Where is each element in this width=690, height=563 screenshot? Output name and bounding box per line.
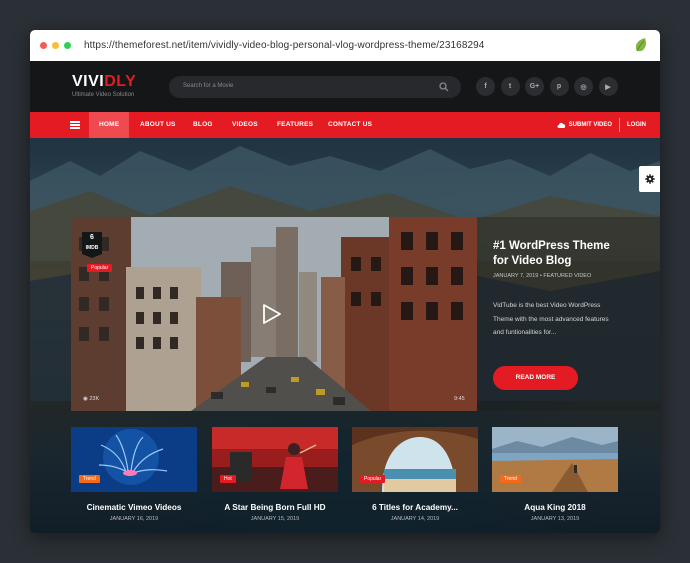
- envato-leaf-icon: [635, 38, 646, 52]
- nav-separator: [619, 118, 620, 132]
- card-badge: Trend: [79, 475, 100, 483]
- card-badge: Hot: [220, 475, 236, 483]
- google-plus-icon[interactable]: G+: [525, 77, 544, 96]
- read-more-button[interactable]: READ MORE: [493, 366, 578, 390]
- card-thumbnail[interactable]: Trend: [71, 427, 197, 492]
- view-count: ◉ 23K: [83, 396, 99, 402]
- site-logo[interactable]: VIVIDLY Ultimate Video Solution: [72, 73, 136, 98]
- main-nav: HOME ABOUT US BLOG VIDEOS FEATURES CONTA…: [30, 112, 660, 138]
- views-value: 23K: [89, 396, 100, 402]
- card-title[interactable]: 6 Titles for Academy...: [352, 503, 478, 512]
- nav-item-contact[interactable]: CONTACT US: [328, 112, 372, 138]
- nav-item-about[interactable]: ABOUT US: [140, 112, 176, 138]
- card-date: JANUARY 14, 2019: [390, 516, 440, 522]
- card-date: JANUARY 13, 2019: [530, 516, 580, 522]
- card-badge: Trend: [500, 475, 521, 483]
- logo-part2: DLY: [104, 73, 137, 90]
- browser-window: https://themeforest.net/item/vividly-vid…: [30, 30, 660, 533]
- play-icon[interactable]: [262, 303, 282, 325]
- card-thumbnail[interactable]: Trend: [492, 427, 618, 492]
- social-links: f t G+ p ◎ ▶: [476, 77, 623, 96]
- search-input[interactable]: Search for a Movie: [169, 76, 461, 98]
- twitter-icon[interactable]: t: [500, 77, 520, 96]
- video-card[interactable]: Trend Aqua King 2018 JANUARY 13, 2019: [492, 427, 618, 522]
- close-dot[interactable]: [40, 42, 47, 49]
- gear-icon: [644, 174, 655, 184]
- imdb-score: 6: [90, 234, 94, 241]
- card-date: JANUARY 16, 2019: [109, 516, 159, 522]
- maximize-dot[interactable]: [64, 42, 71, 49]
- logo-tagline: Ultimate Video Solution: [72, 92, 135, 98]
- logo-part1: VIVI: [72, 73, 105, 90]
- search-icon[interactable]: [439, 82, 449, 92]
- card-date: JANUARY 15, 2019: [250, 516, 300, 522]
- card-title[interactable]: A Star Being Born Full HD: [212, 503, 338, 512]
- card-badge: Popular: [360, 475, 386, 483]
- minimize-dot[interactable]: [52, 42, 59, 49]
- menu-icon[interactable]: [70, 121, 80, 129]
- video-duration: 9:45: [454, 396, 465, 402]
- card-thumbnail[interactable]: Hot: [212, 427, 338, 492]
- cloud-upload-icon: [557, 122, 565, 128]
- card-thumbnail[interactable]: Popular: [352, 427, 478, 492]
- nav-item-features[interactable]: FEATURES: [277, 112, 313, 138]
- site-page: VIVIDLY Ultimate Video Solution Search f…: [30, 61, 660, 533]
- site-header: VIVIDLY Ultimate Video Solution Search f…: [30, 61, 660, 112]
- imdb-label: IMDB: [85, 245, 99, 251]
- nav-right: SUBMIT VIDEO LOGIN: [557, 112, 646, 138]
- nav-item-home[interactable]: HOME: [89, 112, 130, 138]
- nav-item-videos[interactable]: VIDEOS: [232, 112, 258, 138]
- hero-description: VidTube is the best Video WordPress Them…: [493, 302, 609, 336]
- video-card[interactable]: Hot A Star Being Born Full HD JANUARY 15…: [212, 427, 338, 522]
- login-link[interactable]: LOGIN: [627, 122, 646, 128]
- youtube-icon[interactable]: ▶: [598, 77, 618, 96]
- card-title[interactable]: Cinematic Vimeo Videos: [71, 503, 197, 512]
- hero-meta: JANUARY 7, 2019 • FEATURED VIDEO: [493, 273, 591, 279]
- instagram-icon[interactable]: ◎: [574, 77, 593, 96]
- facebook-icon[interactable]: f: [476, 77, 495, 96]
- hero-title[interactable]: #1 WordPress Theme for Video Blog: [493, 239, 623, 269]
- imdb-rating: 6 IMDB: [82, 232, 102, 258]
- hero-date: JANUARY 7, 2019: [493, 273, 539, 279]
- pinterest-icon[interactable]: p: [549, 77, 569, 96]
- url-text[interactable]: https://themeforest.net/item/vividly-vid…: [84, 40, 484, 51]
- video-card[interactable]: Popular 6 Titles for Academy... JANUARY …: [352, 427, 478, 522]
- address-bar: https://themeforest.net/item/vividly-vid…: [30, 30, 660, 61]
- submit-video-link[interactable]: SUBMIT VIDEO: [569, 122, 612, 128]
- settings-button[interactable]: [639, 166, 660, 192]
- card-title[interactable]: Aqua King 2018: [492, 503, 618, 512]
- nav-item-blog[interactable]: BLOG: [193, 112, 213, 138]
- search-placeholder: Search for a Movie: [183, 83, 234, 89]
- hero-category[interactable]: FEATURED VIDEO: [543, 273, 591, 279]
- video-card[interactable]: Trend Cinematic Vimeo Videos JANUARY 16,…: [71, 427, 197, 522]
- meta-separator: •: [539, 273, 542, 279]
- hero-badge: Popular: [87, 264, 113, 272]
